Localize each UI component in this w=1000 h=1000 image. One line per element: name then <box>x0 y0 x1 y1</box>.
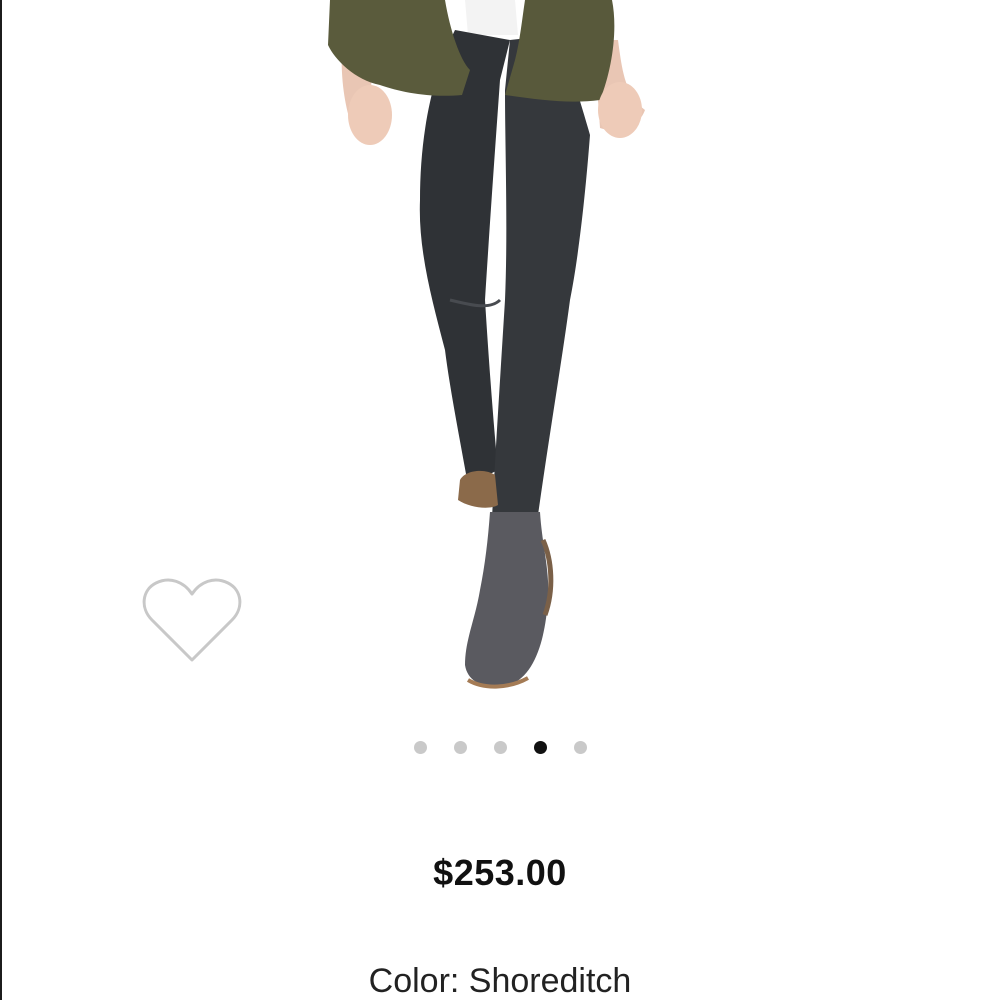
screen-edge <box>0 0 2 1000</box>
product-image[interactable] <box>300 0 700 700</box>
product-color: Color: Shoreditch <box>0 962 1000 1000</box>
carousel-dot-4-active[interactable] <box>533 741 547 754</box>
product-price: $253.00 <box>433 852 567 893</box>
carousel-dot-5[interactable] <box>573 741 587 754</box>
color-value: Shoreditch <box>468 962 632 1000</box>
carousel-pagination <box>0 741 1000 757</box>
carousel-dot-3[interactable] <box>493 741 507 754</box>
color-label: Color: <box>368 962 460 1000</box>
favorite-button[interactable] <box>138 572 246 670</box>
carousel-dot-1[interactable] <box>413 741 427 754</box>
carousel-dot-2[interactable] <box>453 741 467 754</box>
heart-outline-icon <box>142 578 242 662</box>
